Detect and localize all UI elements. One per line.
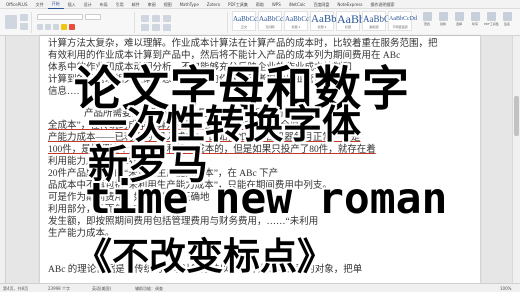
font-color-icon[interactable] <box>69 24 75 30</box>
align-right-icon[interactable] <box>163 24 171 31</box>
tab-item[interactable]: 插入 <box>64 0 80 9</box>
style-tile[interactable]: AaBb 标题 2 <box>310 11 337 31</box>
editing-tool[interactable]: 听写 <box>468 12 482 26</box>
tab-item[interactable]: 开始 <box>47 0 64 9</box>
scroll-thumb[interactable] <box>514 96 519 136</box>
zoom-level[interactable]: 100% <box>500 284 511 292</box>
tab-item[interactable]: PDF工具集 <box>224 0 252 9</box>
style-sample: AaBb <box>311 13 337 25</box>
style-tile[interactable]: AaBbCcDd 标题 1 <box>284 11 318 31</box>
status-bar: 第4页，共8页 23998 个字 英语(美国) 辅助功能：调查 100% <box>0 283 520 292</box>
vertical-scrollbar[interactable] <box>512 36 520 283</box>
style-name: 标题 2 <box>317 25 327 29</box>
tab-item[interactable]: 帮助 <box>252 0 268 9</box>
style-sample: AaBbCcDd <box>389 16 417 22</box>
font-name-select[interactable] <box>37 14 83 20</box>
style-sample: AaBbCcDd <box>233 15 266 23</box>
tool-icon <box>486 12 496 21</box>
accessibility-indicator[interactable]: 辅助功能：调查 <box>135 284 163 292</box>
document-text-line: 计算方法太复杂，难以理解。作业成本计算法在计算产品的成本时，比较着重在服务范围，… <box>48 39 438 49</box>
tool-label: 替换 <box>439 22 446 26</box>
cut-icon[interactable] <box>20 14 28 21</box>
editing-tool[interactable]: 替换 <box>436 12 450 26</box>
tool-label: 查找 <box>423 22 430 26</box>
style-name: 标题 1 <box>291 25 301 29</box>
tool-icon <box>454 12 464 21</box>
tab-item[interactable]: 视图 <box>160 0 176 9</box>
editing-tool[interactable]: PDF工具集 <box>484 12 499 26</box>
underline-icon[interactable] <box>53 24 59 30</box>
tab-item[interactable]: 审阅 <box>144 0 160 9</box>
tool-icon <box>502 12 512 21</box>
caption-line-5: 《不改变标点》 <box>75 235 334 278</box>
numbering-icon[interactable] <box>152 15 160 22</box>
tab-item[interactable]: 设计 <box>80 0 96 9</box>
tool-label: 签名 <box>503 22 510 26</box>
style-tile[interactable]: AaBbC 副标题 <box>362 11 390 31</box>
style-sample: AaBbCcDd <box>259 15 292 23</box>
align-center-icon[interactable] <box>152 24 160 31</box>
highlight-icon[interactable] <box>61 24 67 30</box>
bullets-icon[interactable] <box>141 15 149 22</box>
style-tile[interactable]: AaBbl 标题 <box>336 11 369 31</box>
style-tile[interactable]: AaBbCcDd 不明显强调 <box>388 11 417 31</box>
editing-tool[interactable]: 选择 <box>452 12 466 26</box>
tab-item[interactable]: 邮件 <box>128 0 144 9</box>
language-indicator[interactable]: 英语(美国) <box>92 284 111 292</box>
tab-item[interactable]: MathType <box>176 0 203 9</box>
page-indicator[interactable]: 第4页，共8页 <box>3 284 28 292</box>
editing-tool[interactable]: 查找 <box>420 12 434 26</box>
indent-icon[interactable] <box>163 15 171 22</box>
tool-label: 听写 <box>471 22 478 26</box>
tool-icon <box>438 12 448 21</box>
style-name: 副标题 <box>369 25 379 29</box>
style-name: 无间隔 <box>265 25 275 29</box>
paragraph-group <box>138 12 228 33</box>
style-sample: AaBbl <box>337 12 369 26</box>
font-group <box>35 12 135 33</box>
tab-item[interactable]: Zotero <box>203 0 224 9</box>
paste-icon[interactable] <box>5 15 17 29</box>
ribbon-tab-bar: OfficePLUS 文件 开始 插入 设计 布局 引用 邮件 审阅 视图 MathType Zote… <box>0 0 520 9</box>
style-sample: AaBbC <box>363 14 390 24</box>
tab-item[interactable]: OfficePLUS <box>2 0 32 9</box>
bold-icon[interactable] <box>37 24 43 30</box>
tool-label: 选择 <box>455 22 462 26</box>
caption-line-4: time new roman <box>85 174 448 224</box>
tab-item[interactable]: 百度网盘 <box>309 0 333 9</box>
vertical-ruler <box>0 36 6 283</box>
font-size-select[interactable] <box>85 14 101 20</box>
tab-item[interactable]: 文件 <box>32 0 48 9</box>
style-name: 正文 <box>240 25 247 29</box>
tool-icon <box>470 12 480 21</box>
tab-item[interactable]: WPS <box>268 0 285 9</box>
tool-icon <box>422 12 432 21</box>
tab-item[interactable]: NoteExpress <box>333 0 366 9</box>
tool-label: PDF工具集 <box>484 22 499 26</box>
ribbon-toolbar: AaBbCcDd 正文 AaBbCcDd 无间隔 AaBbCcDd 标题 1 AaBb 标题 … <box>0 9 520 36</box>
tab-item[interactable]: 引用 <box>112 0 128 9</box>
tab-item[interactable]: 操作说明搜索 <box>367 0 399 9</box>
word-count[interactable]: 23998 个字 <box>48 284 70 292</box>
style-sample: AaBbCcDd <box>285 15 318 23</box>
align-left-icon[interactable] <box>141 24 149 31</box>
style-name: 不明显强调 <box>392 25 408 29</box>
copy-icon[interactable] <box>20 23 28 30</box>
italic-icon[interactable] <box>45 24 51 30</box>
style-tile[interactable]: AaBbCcDd 正文 <box>232 11 266 31</box>
editing-tool[interactable]: 签名 <box>500 12 514 26</box>
tab-item[interactable]: iNetCalc <box>285 0 310 9</box>
style-tile[interactable]: AaBbCcDd 无间隔 <box>258 11 292 31</box>
clipboard-group <box>2 12 32 33</box>
tab-item[interactable]: 布局 <box>96 0 112 9</box>
